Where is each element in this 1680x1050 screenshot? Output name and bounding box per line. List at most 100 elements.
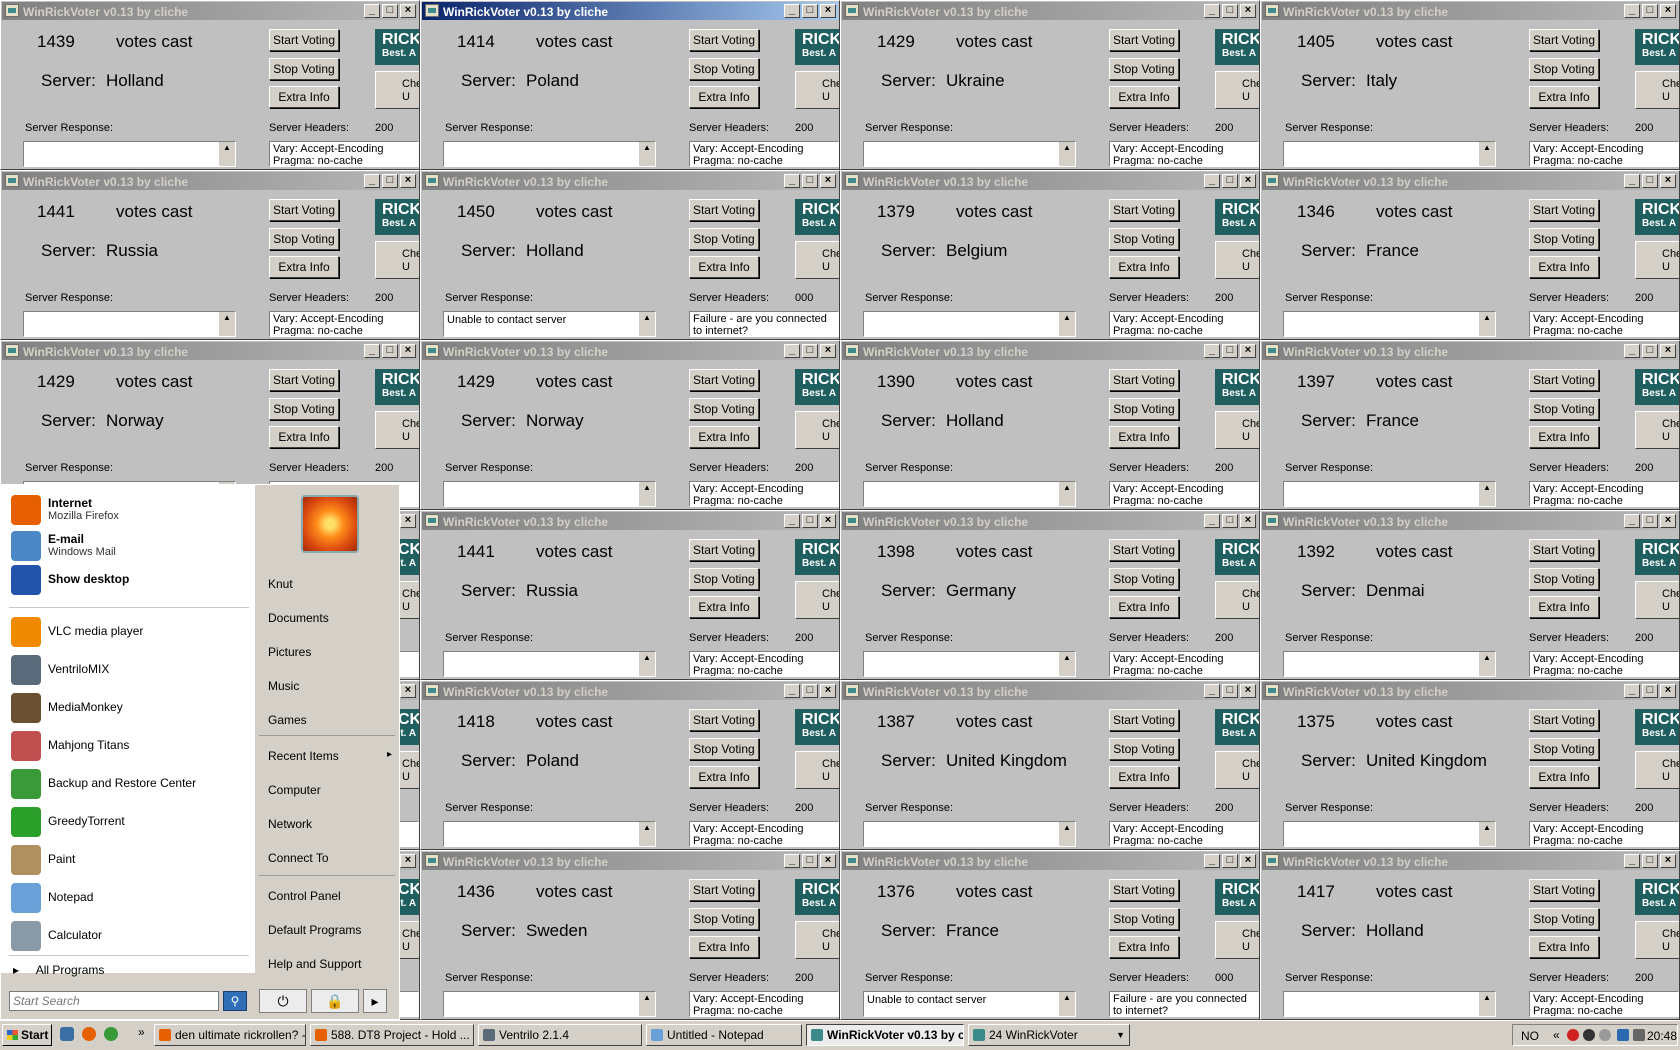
power-icon[interactable]: ⏻	[259, 989, 307, 1013]
start-recent-item[interactable]: VentriloMIX	[11, 653, 251, 687]
stop-voting-button[interactable]: Stop Voting	[689, 738, 759, 760]
scroll-up-icon[interactable]: ▲	[639, 312, 655, 336]
user-tray-icon[interactable]	[1599, 1029, 1611, 1041]
start-pinned-desktop[interactable]: Show desktop	[11, 563, 251, 597]
stop-voting-button[interactable]: Stop Voting	[1109, 58, 1179, 80]
taskbar-button[interactable]: 24 WinRickVoter ▼	[968, 1024, 1130, 1046]
voter-window[interactable]: WinRickVoter v0.13 by cliche _ □ × 1397 votes…	[1260, 340, 1680, 510]
start-recent-item[interactable]: Paint	[11, 843, 251, 877]
maximize-icon[interactable]: □	[802, 854, 818, 868]
maximize-icon[interactable]: □	[802, 174, 818, 188]
title-bar[interactable]: WinRickVoter v0.13 by cliche _□×	[842, 342, 1258, 360]
start-voting-button[interactable]: Start Voting	[1109, 879, 1179, 901]
server-headers-field[interactable]: Vary: Accept-Encoding Pragma: no-cache	[1529, 141, 1679, 167]
title-bar[interactable]: WinRickVoter v0.13 by cliche _□×	[842, 512, 1258, 530]
maximize-icon[interactable]: □	[382, 344, 398, 358]
extra-info-button[interactable]: Extra Info	[269, 426, 339, 448]
extra-info-button[interactable]: Extra Info	[689, 426, 759, 448]
start-place-control-panel[interactable]: Control Panel	[268, 889, 341, 903]
server-headers-field[interactable]: Vary: Accept-Encoding Pragma: no-cache	[1529, 991, 1679, 1017]
server-response-field[interactable]: ▲	[1283, 821, 1496, 847]
server-response-field[interactable]: ▲	[443, 651, 656, 677]
close-icon[interactable]: ×	[1660, 344, 1676, 358]
server-headers-field[interactable]: Vary: Accept-Encoding Pragma: no-cache	[689, 991, 839, 1017]
minimize-icon[interactable]: _	[1624, 514, 1640, 528]
voter-window[interactable]: WinRickVoter v0.13 by cliche _ □ × 1387 votes…	[840, 680, 1260, 850]
minimize-icon[interactable]: _	[784, 684, 800, 698]
close-icon[interactable]: ×	[1240, 344, 1256, 358]
title-bar[interactable]: WinRickVoter v0.13 by cliche _□×	[842, 172, 1258, 190]
title-bar[interactable]: WinRickVoter v0.13 by cliche _□×	[1262, 682, 1678, 700]
voter-window[interactable]: WinRickVoter v0.13 by cliche _ □ × 1418 votes…	[420, 680, 840, 850]
start-pinned-mail[interactable]: E-mail Windows Mail	[11, 529, 251, 563]
lock-icon[interactable]: 🔒	[311, 989, 359, 1013]
stop-voting-button[interactable]: Stop Voting	[1109, 228, 1179, 250]
close-icon[interactable]: ×	[400, 174, 416, 188]
server-headers-field[interactable]: Failure - are you connected to internet?	[1109, 991, 1259, 1017]
extra-info-button[interactable]: Extra Info	[1109, 256, 1179, 278]
stop-voting-button[interactable]: Stop Voting	[1109, 398, 1179, 420]
check-update-button[interactable]: Che U	[1635, 411, 1679, 449]
check-update-button[interactable]: Che U	[1635, 241, 1679, 279]
extra-info-button[interactable]: Extra Info	[1529, 596, 1599, 618]
close-icon[interactable]: ×	[1660, 174, 1676, 188]
taskbar-button[interactable]: 588. DT8 Project - Hold ...	[310, 1024, 474, 1046]
minimize-icon[interactable]: _	[364, 344, 380, 358]
check-update-button[interactable]: Che U	[1215, 581, 1259, 619]
title-bar[interactable]: WinRickVoter v0.13 by cliche _□×	[1262, 852, 1678, 870]
close-icon[interactable]: ×	[820, 174, 836, 188]
start-recent-item[interactable]: VLC media player	[11, 615, 251, 649]
check-update-button[interactable]: Che U	[1215, 751, 1259, 789]
firefox-icon[interactable]	[82, 1027, 96, 1041]
start-voting-button[interactable]: Start Voting	[1529, 29, 1599, 51]
scroll-up-icon[interactable]: ▲	[639, 822, 655, 846]
close-icon[interactable]: ×	[1240, 4, 1256, 18]
maximize-icon[interactable]: □	[802, 684, 818, 698]
minimize-icon[interactable]: _	[364, 174, 380, 188]
close-icon[interactable]: ×	[820, 4, 836, 18]
title-bar[interactable]: WinRickVoter v0.13 by cliche _□×	[2, 172, 418, 190]
start-voting-button[interactable]: Start Voting	[689, 369, 759, 391]
scroll-up-icon[interactable]: ▲	[1059, 992, 1075, 1016]
server-headers-field[interactable]: Failure - are you connected to internet?	[689, 311, 839, 337]
title-bar[interactable]: WinRickVoter v0.13 by cliche _□×	[422, 172, 838, 190]
minimize-icon[interactable]: _	[1624, 684, 1640, 698]
maximize-icon[interactable]: □	[1222, 344, 1238, 358]
server-headers-field[interactable]: Vary: Accept-Encoding Pragma: no-cache	[1529, 311, 1679, 337]
voter-window[interactable]: WinRickVoter v0.13 by cliche _ □ × 1390 votes…	[840, 340, 1260, 510]
check-update-button[interactable]: Che U	[795, 921, 839, 959]
check-update-button[interactable]: Che U	[795, 411, 839, 449]
maximize-icon[interactable]: □	[1642, 854, 1658, 868]
title-bar[interactable]: WinRickVoter v0.13 by cliche _□×	[1262, 2, 1678, 20]
stop-voting-button[interactable]: Stop Voting	[689, 228, 759, 250]
start-recent-item[interactable]: MediaMonkey	[11, 691, 251, 725]
extra-info-button[interactable]: Extra Info	[1529, 766, 1599, 788]
start-place-knut[interactable]: Knut	[268, 577, 293, 591]
scroll-up-icon[interactable]: ▲	[1479, 652, 1495, 676]
maximize-icon[interactable]: □	[1642, 514, 1658, 528]
close-icon[interactable]: ×	[1240, 174, 1256, 188]
stop-voting-button[interactable]: Stop Voting	[269, 58, 339, 80]
voter-window[interactable]: WinRickVoter v0.13 by cliche _ □ × 1414 votes…	[420, 0, 840, 170]
voter-window[interactable]: WinRickVoter v0.13 by cliche _ □ × 1429 votes…	[840, 0, 1260, 170]
security-alert-icon[interactable]	[1567, 1029, 1579, 1041]
minimize-icon[interactable]: _	[1204, 344, 1220, 358]
voter-window[interactable]: WinRickVoter v0.13 by cliche _ □ × 1376 votes…	[840, 850, 1260, 1020]
start-pinned-firefox[interactable]: Internet Mozilla Firefox	[11, 493, 251, 527]
scroll-up-icon[interactable]: ▲	[1059, 142, 1075, 166]
maximize-icon[interactable]: □	[802, 344, 818, 358]
stop-voting-button[interactable]: Stop Voting	[1529, 58, 1599, 80]
stop-voting-button[interactable]: Stop Voting	[1529, 568, 1599, 590]
shutdown-arrow-icon[interactable]: ▸	[363, 989, 387, 1013]
server-response-field[interactable]: ▲	[23, 311, 236, 337]
all-programs-button[interactable]: ▸ All Programs	[13, 963, 104, 977]
close-icon[interactable]: ×	[1660, 514, 1676, 528]
tray-expand-icon[interactable]: «	[1553, 1028, 1560, 1042]
stop-voting-button[interactable]: Stop Voting	[1109, 738, 1179, 760]
scroll-up-icon[interactable]: ▲	[639, 142, 655, 166]
maximize-icon[interactable]: □	[1642, 344, 1658, 358]
minimize-icon[interactable]: _	[784, 4, 800, 18]
server-response-field[interactable]: ▲	[1283, 481, 1496, 507]
close-icon[interactable]: ×	[400, 854, 416, 868]
extra-info-button[interactable]: Extra Info	[689, 766, 759, 788]
